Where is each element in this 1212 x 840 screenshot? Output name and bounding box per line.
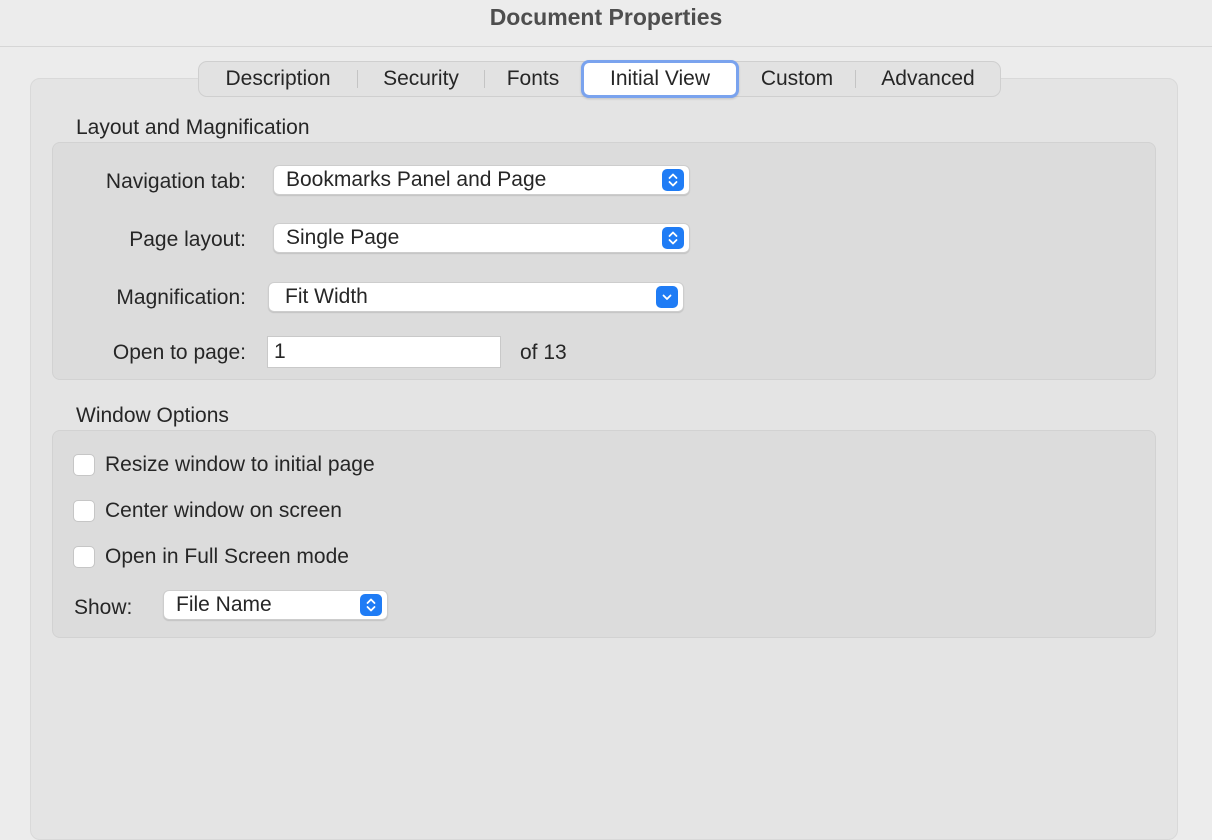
up-down-arrows-icon bbox=[662, 227, 684, 249]
tab-label: Initial View bbox=[610, 67, 710, 90]
open-to-page-input[interactable]: 1 bbox=[267, 336, 501, 368]
tab-description[interactable]: Description bbox=[199, 64, 357, 94]
up-down-arrows-icon bbox=[662, 169, 684, 191]
tab-custom[interactable]: Custom bbox=[739, 64, 855, 94]
open-to-page-label: Open to page: bbox=[112, 341, 246, 364]
tab-advanced[interactable]: Advanced bbox=[856, 64, 1000, 94]
tab-fonts[interactable]: Fonts bbox=[485, 64, 581, 94]
magnification-select[interactable]: Fit Width bbox=[268, 282, 684, 312]
magnification-value: Fit Width bbox=[285, 285, 368, 308]
tab-label: Fonts bbox=[506, 67, 560, 90]
show-value: File Name bbox=[176, 593, 272, 616]
center-window-option[interactable]: Center window on screen bbox=[73, 499, 342, 523]
title-bar: Document Properties bbox=[0, 0, 1212, 47]
full-screen-label: Open in Full Screen mode bbox=[105, 545, 349, 568]
tab-label: Custom bbox=[760, 67, 834, 90]
navigation-tab-select[interactable]: Bookmarks Panel and Page bbox=[273, 165, 690, 195]
full-screen-checkbox[interactable] bbox=[73, 546, 95, 568]
center-window-label: Center window on screen bbox=[105, 499, 342, 522]
window-options-title: Window Options bbox=[76, 404, 229, 427]
tab-initial-view[interactable]: Initial View bbox=[581, 60, 739, 98]
navigation-tab-value: Bookmarks Panel and Page bbox=[286, 168, 547, 191]
center-window-checkbox[interactable] bbox=[73, 500, 95, 522]
up-down-arrows-icon bbox=[360, 594, 382, 616]
show-select[interactable]: File Name bbox=[163, 590, 388, 620]
window-title: Document Properties bbox=[489, 3, 723, 30]
resize-window-label: Resize window to initial page bbox=[105, 453, 375, 476]
navigation-tab-label: Navigation tab: bbox=[105, 170, 246, 193]
show-label: Show: bbox=[74, 596, 133, 619]
magnification-label: Magnification: bbox=[116, 286, 246, 309]
tab-bar: Description Security Fonts Initial View … bbox=[198, 60, 1001, 98]
tab-label: Advanced bbox=[881, 67, 975, 90]
tab-label: Description bbox=[225, 67, 331, 90]
tab-security[interactable]: Security bbox=[358, 64, 484, 94]
chevron-down-icon bbox=[656, 286, 678, 308]
page-layout-value: Single Page bbox=[286, 226, 400, 249]
open-to-page-value: 1 bbox=[274, 340, 286, 363]
full-screen-option[interactable]: Open in Full Screen mode bbox=[73, 545, 349, 569]
resize-window-checkbox[interactable] bbox=[73, 454, 95, 476]
layout-section-title: Layout and Magnification bbox=[76, 116, 310, 139]
page-layout-label: Page layout: bbox=[129, 228, 246, 251]
page-count-text: of 13 bbox=[520, 341, 567, 364]
page-layout-select[interactable]: Single Page bbox=[273, 223, 690, 253]
resize-window-option[interactable]: Resize window to initial page bbox=[73, 453, 375, 477]
tab-label: Security bbox=[383, 67, 459, 90]
